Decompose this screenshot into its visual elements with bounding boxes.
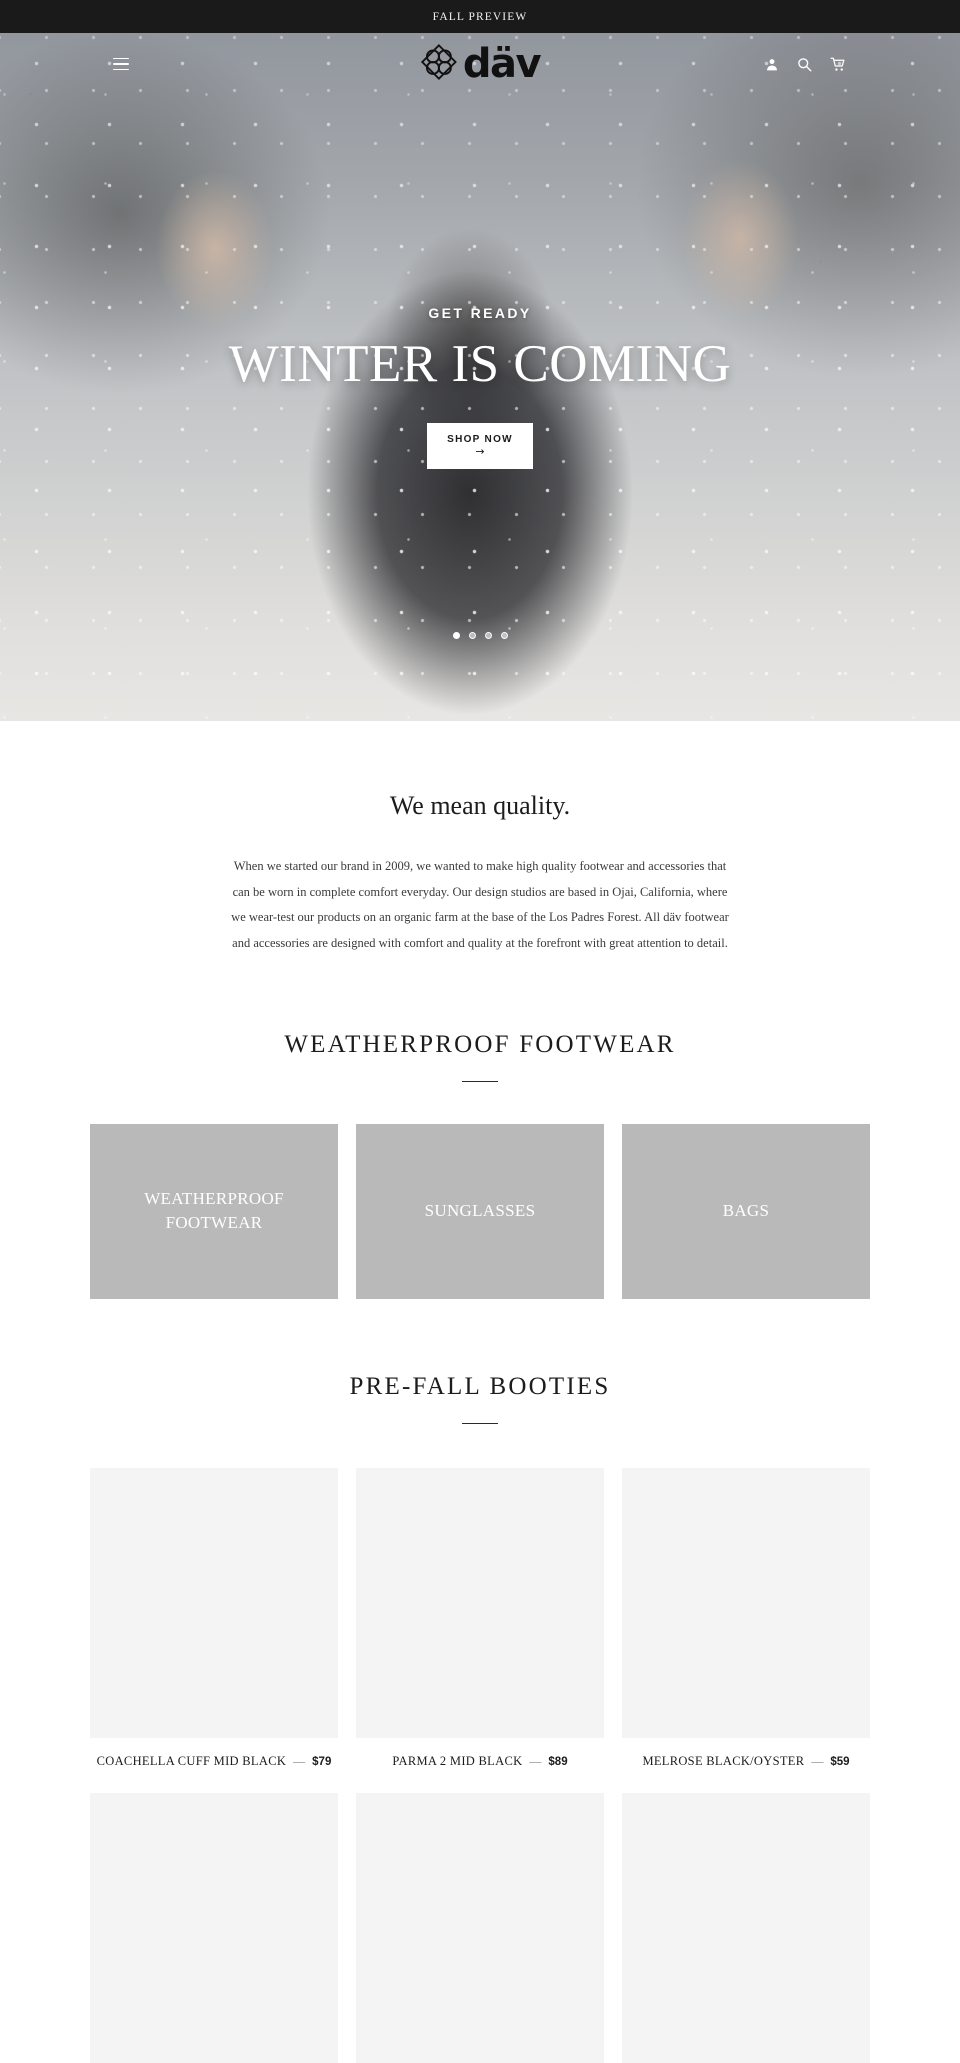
product-meta: MELROSE BLACK/OYSTER — $59 [622,1754,870,1787]
product-image [622,1467,870,1738]
product-name: PARMA 2 MID BLACK [392,1753,523,1768]
shop-now-label: SHOP NOW [447,434,513,446]
section-divider [462,1080,498,1082]
product-separator: — [811,1753,824,1768]
product-separator: — [293,1753,306,1768]
cart-icon[interactable] [830,57,846,72]
product-price: $89 [548,1755,568,1768]
arrow-right-icon: → [475,445,485,459]
search-icon[interactable] [797,57,812,72]
category-tile-weatherproof-footwear[interactable]: WEATHERPROOF FOOTWEAR [90,1123,338,1299]
announcement-bar: FALL PREVIEW [0,0,960,33]
categories-section: WEATHERPROOF FOOTWEAR WEATHERPROOF FOOTW… [0,957,960,1299]
product-image [622,1792,870,2063]
hamburger-bar [113,68,129,71]
products-section: PRE-FALL BOOTIES COACHELLA CUFF MID BLAC… [0,1299,960,2063]
categories-section-title: WEATHERPROOF FOOTWEAR [284,1030,676,1058]
category-tile-label: WEATHERPROOF FOOTWEAR [144,1189,284,1232]
product-separator: — [529,1753,542,1768]
product-name: COACHELLA CUFF MID BLACK [96,1753,287,1768]
category-tile-bags[interactable]: BAGS [622,1123,870,1299]
product-price: $79 [312,1755,332,1768]
product-meta: COACHELLA CUFF MID BLACK — $79 [90,1754,338,1787]
product-image [90,1467,338,1738]
shop-now-button[interactable]: SHOP NOW → [427,422,533,469]
category-tile-sunglasses[interactable]: SUNGLASSES [356,1123,604,1299]
product-card[interactable] [90,1792,338,2063]
product-grid: COACHELLA CUFF MID BLACK — $79 PARMA 2 M… [0,1467,960,2063]
category-grid: WEATHERPROOF FOOTWEAR SUNGLASSES BAGS [0,1123,960,1299]
hero-carousel[interactable]: däv GET READY WINTER IS COMING SHOP NOW … [0,33,960,721]
product-card[interactable]: PARMA 2 MID BLACK — $89 [356,1467,604,1787]
product-card[interactable]: COACHELLA CUFF MID BLACK — $79 [90,1467,338,1787]
site-logo-text: däv [462,41,542,87]
hero-content: GET READY WINTER IS COMING SHOP NOW → [0,33,960,721]
carousel-dots [0,632,960,639]
quality-section: We mean quality. When we started our bra… [0,721,960,957]
category-tile-label: SUNGLASSES [424,1201,536,1221]
hamburger-bar [113,63,129,65]
quality-body-text: When we started our brand in 2009, we wa… [231,859,729,950]
product-card[interactable] [356,1792,604,2063]
products-section-title: PRE-FALL BOOTIES [349,1372,611,1400]
product-name: MELROSE BLACK/OYSTER [642,1753,805,1768]
product-image [356,1792,604,2063]
hero-title: WINTER IS COMING [228,335,732,393]
hero-eyebrow: GET READY [428,305,532,321]
hamburger-menu-icon[interactable] [113,57,135,71]
carousel-dot-1[interactable] [452,632,460,639]
product-card[interactable] [622,1792,870,2063]
product-card[interactable]: MELROSE BLACK/OYSTER — $59 [622,1467,870,1787]
header-icon-group [765,57,846,72]
announcement-text: FALL PREVIEW [432,10,528,23]
carousel-dot-2[interactable] [468,632,476,639]
section-divider [462,1422,498,1424]
product-image [90,1792,338,2063]
quality-title: We mean quality. [389,791,571,820]
product-image [356,1467,604,1738]
account-icon[interactable] [765,57,779,72]
site-header: däv [0,33,960,95]
category-tile-label: BAGS [722,1201,770,1221]
four-petal-diamond-icon [420,43,458,86]
product-price: $59 [830,1755,850,1768]
site-logo[interactable]: däv [420,41,542,87]
carousel-dot-3[interactable] [484,632,492,639]
product-meta: PARMA 2 MID BLACK — $89 [356,1754,604,1787]
hamburger-bar [113,57,129,60]
carousel-dot-4[interactable] [500,632,508,639]
